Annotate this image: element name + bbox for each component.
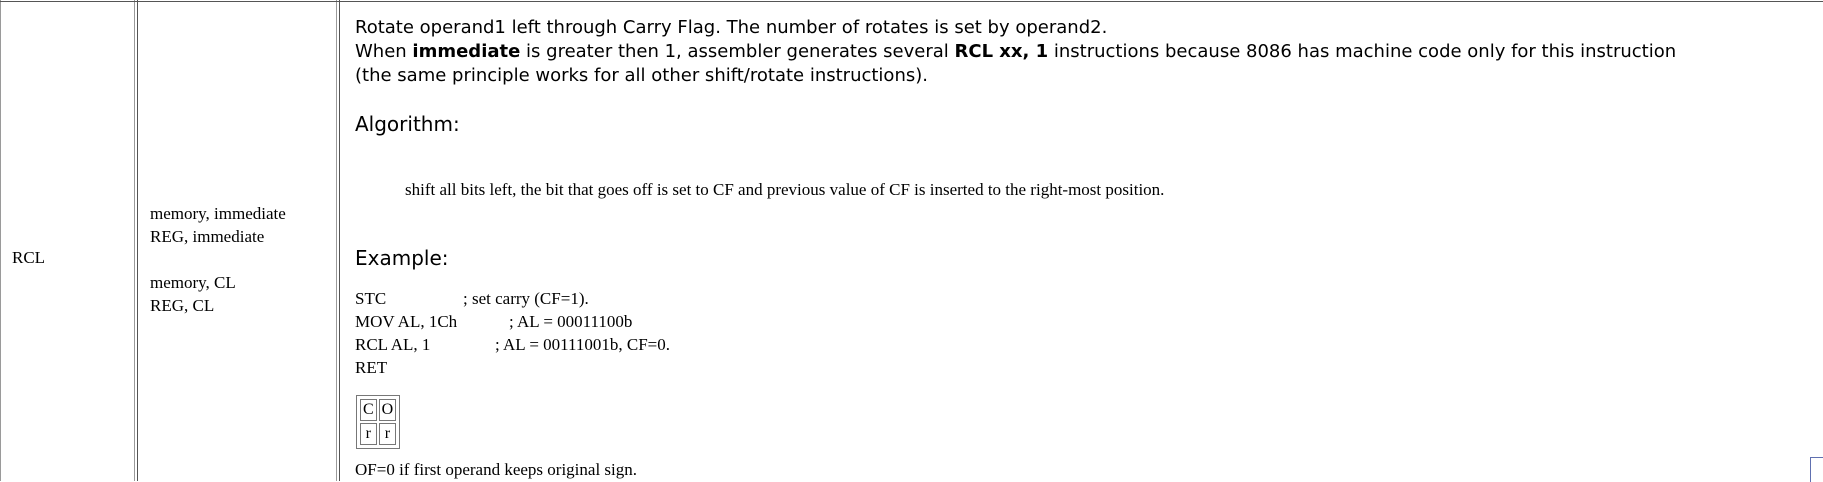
operand-item: memory, immediate (150, 204, 286, 223)
cell-border (134, 0, 135, 481)
description: Rotate operand1 left through Carry Flag.… (355, 16, 1815, 88)
algorithm-text: shift all bits left, the bit that goes o… (405, 180, 1165, 199)
description-line: (the same principle works for all other … (355, 65, 928, 86)
example-code: STC; set carry (CF=1). MOV AL, 1Ch; AL =… (355, 287, 671, 379)
operand-item: REG, immediate (150, 227, 265, 246)
code-line: STC; set carry (CF=1). (355, 289, 589, 308)
flag-name: C (360, 399, 377, 421)
overflow-note: OF=0 if first operand keeps original sig… (355, 460, 638, 479)
flag-name: O (378, 399, 397, 421)
code-line: MOV AL, 1Ch; AL = 00011100b (355, 312, 633, 331)
description-line: When immediate is greater then 1, assemb… (355, 41, 1677, 62)
code-line: RCL AL, 1; AL = 00111001b, CF=0. (355, 335, 671, 354)
cell-border (137, 0, 138, 481)
description-line: Rotate operand1 left through Carry Flag.… (355, 17, 1108, 38)
cell-border (0, 0, 1, 481)
cell-border (339, 0, 340, 481)
flag-value: r (360, 423, 377, 445)
flag-value: r (378, 423, 397, 445)
example-heading: Example: (355, 246, 449, 270)
code-line: RET (355, 358, 388, 377)
algorithm-heading: Algorithm: (355, 112, 460, 136)
row-border (0, 1, 1823, 2)
flags-table: C O r r (356, 395, 401, 449)
mnemonic-cell: RCL (12, 248, 46, 267)
operand-item: memory, CL (150, 273, 236, 292)
operands-cell: memory, immediate REG, immediate memory,… (150, 202, 286, 317)
operand-item: REG, CL (150, 296, 215, 315)
scroll-corner (1810, 457, 1823, 482)
cell-border (336, 0, 337, 481)
